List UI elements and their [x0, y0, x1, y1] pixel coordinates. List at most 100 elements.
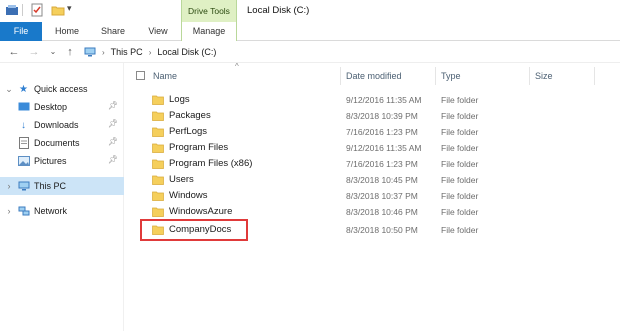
breadcrumb[interactable]: › This PC › Local Disk (C:)	[84, 44, 216, 60]
file-type: File folder	[441, 127, 479, 137]
ribbon-tabs: File Home Share View Manage	[0, 22, 620, 41]
tab-share[interactable]: Share	[97, 22, 129, 41]
new-folder-icon[interactable]	[51, 3, 65, 17]
chevron-right-icon[interactable]: ›	[4, 181, 14, 191]
column-type[interactable]: Type	[441, 71, 461, 81]
desktop-icon	[17, 101, 30, 113]
folder-icon	[152, 111, 164, 121]
sidebar-item-label: Pictures	[34, 156, 67, 166]
sidebar-item-label: This PC	[34, 181, 67, 191]
file-name[interactable]: WindowsAzure	[169, 206, 232, 217]
folder-icon	[152, 175, 164, 185]
list-item[interactable]: Logs 9/12/2016 11:35 AM File folder	[124, 92, 620, 108]
tab-view[interactable]: View	[143, 22, 173, 41]
column-size[interactable]: Size	[535, 71, 553, 81]
file-date: 9/12/2016 11:35 AM	[346, 143, 422, 153]
window-title: Local Disk (C:)	[247, 5, 310, 16]
navigation-pane: ⌄ ★ Quick access Desktop 📌︎ ↓ Downloads …	[0, 63, 124, 331]
file-type: File folder	[441, 111, 479, 121]
list-item[interactable]: Program Files (x86) 7/16/2016 1:23 PM Fi…	[124, 156, 620, 172]
breadcrumb-this-pc[interactable]: This PC	[111, 47, 143, 57]
recent-locations-icon[interactable]: ⌄	[47, 45, 59, 59]
chevron-right-icon[interactable]: ›	[4, 206, 14, 216]
sidebar-item-pictures[interactable]: Pictures 📌︎	[0, 152, 124, 170]
file-type: File folder	[441, 207, 479, 217]
file-name[interactable]: Program Files	[169, 142, 228, 153]
file-name[interactable]: PerfLogs	[169, 126, 207, 137]
sort-ascending-icon: ^	[235, 62, 239, 71]
list-item[interactable]: Windows 8/3/2018 10:37 PM File folder	[124, 188, 620, 204]
column-divider[interactable]	[340, 67, 341, 85]
file-name[interactable]: Windows	[169, 190, 208, 201]
sidebar-item-downloads[interactable]: ↓ Downloads 📌︎	[0, 116, 124, 134]
folder-icon	[152, 95, 164, 105]
list-item[interactable]: WindowsAzure 8/3/2018 10:46 PM File fold…	[124, 204, 620, 220]
pin-icon[interactable]: 📌︎	[108, 119, 118, 128]
file-type: File folder	[441, 175, 479, 185]
column-date-modified[interactable]: Date modified	[346, 71, 402, 81]
file-name[interactable]: Packages	[169, 110, 211, 121]
column-header-row: ^ Name Date modified Type Size	[124, 62, 620, 87]
column-divider[interactable]	[529, 67, 530, 85]
forward-arrow-icon[interactable]: →	[28, 45, 40, 59]
file-name[interactable]: Program Files (x86)	[169, 158, 252, 169]
sidebar-item-label: Documents	[34, 138, 80, 148]
sidebar-item-quick-access[interactable]: ⌄ ★ Quick access	[0, 80, 124, 98]
documents-icon	[17, 137, 30, 149]
sidebar-item-label: Desktop	[34, 102, 68, 112]
sidebar-item-network[interactable]: › Network	[0, 202, 124, 220]
list-item[interactable]: Program Files 9/12/2016 11:35 AM File fo…	[124, 140, 620, 156]
sidebar-item-this-pc[interactable]: › This PC	[0, 177, 124, 195]
sidebar-item-desktop[interactable]: Desktop 📌︎	[0, 98, 124, 116]
file-date: 8/3/2018 10:45 PM	[346, 175, 418, 185]
folder-icon	[152, 143, 164, 153]
sidebar-item-label: Quick access	[34, 84, 88, 94]
drive-tools-label: Drive Tools	[188, 6, 230, 16]
breadcrumb-separator: ›	[148, 47, 152, 57]
checklist-icon[interactable]	[30, 3, 44, 17]
computer-icon	[17, 180, 30, 192]
highlight-box	[140, 219, 248, 241]
tab-manage[interactable]: Manage	[181, 22, 237, 41]
list-item[interactable]: Users 8/3/2018 10:45 PM File folder	[124, 172, 620, 188]
file-date: 9/12/2016 11:35 AM	[346, 95, 422, 105]
select-all-checkbox[interactable]	[136, 71, 145, 80]
sidebar-item-label: Downloads	[34, 120, 79, 130]
sidebar-item-documents[interactable]: Documents 📌︎	[0, 134, 124, 152]
file-date: 7/16/2016 1:23 PM	[346, 127, 418, 137]
file-name[interactable]: Users	[169, 174, 194, 185]
tab-home[interactable]: Home	[52, 22, 82, 41]
back-arrow-icon[interactable]: ←	[8, 45, 20, 59]
address-bar: ← → ⌄ ↑ › This PC › Local Disk (C:)	[0, 41, 620, 63]
column-divider[interactable]	[435, 67, 436, 85]
list-item[interactable]: Packages 8/3/2018 10:39 PM File folder	[124, 108, 620, 124]
network-icon	[17, 205, 30, 217]
file-date: 8/3/2018 10:37 PM	[346, 191, 418, 201]
pictures-icon	[17, 155, 30, 167]
breadcrumb-local-disk[interactable]: Local Disk (C:)	[157, 47, 216, 57]
file-date: 8/3/2018 10:39 PM	[346, 111, 418, 121]
properties-icon[interactable]	[5, 3, 19, 17]
pin-icon[interactable]: 📌︎	[108, 137, 118, 146]
folder-icon	[152, 159, 164, 169]
breadcrumb-separator: ›	[102, 47, 105, 57]
column-name[interactable]: Name	[153, 71, 177, 81]
file-type: File folder	[441, 95, 479, 105]
sidebar-item-label: Network	[34, 206, 68, 216]
list-item[interactable]: PerfLogs 7/16/2016 1:23 PM File folder	[124, 124, 620, 140]
folder-icon	[152, 191, 164, 201]
column-divider[interactable]	[594, 67, 595, 85]
file-name[interactable]: Logs	[169, 94, 190, 105]
download-arrow-icon: ↓	[21, 119, 26, 131]
file-date: 8/3/2018 10:46 PM	[346, 207, 418, 217]
pin-icon[interactable]: 📌︎	[108, 101, 118, 110]
star-icon: ★	[19, 83, 28, 95]
customize-toolbar-icon[interactable]: ▾	[67, 3, 72, 14]
tab-file[interactable]: File	[0, 22, 42, 41]
chevron-down-icon[interactable]: ⌄	[4, 84, 14, 95]
pin-icon[interactable]: 📌︎	[108, 155, 118, 164]
file-date: 7/16/2016 1:23 PM	[346, 159, 418, 169]
file-date: 8/3/2018 10:50 PM	[346, 225, 418, 235]
file-type: File folder	[441, 191, 479, 201]
up-arrow-icon[interactable]: ↑	[64, 45, 76, 59]
